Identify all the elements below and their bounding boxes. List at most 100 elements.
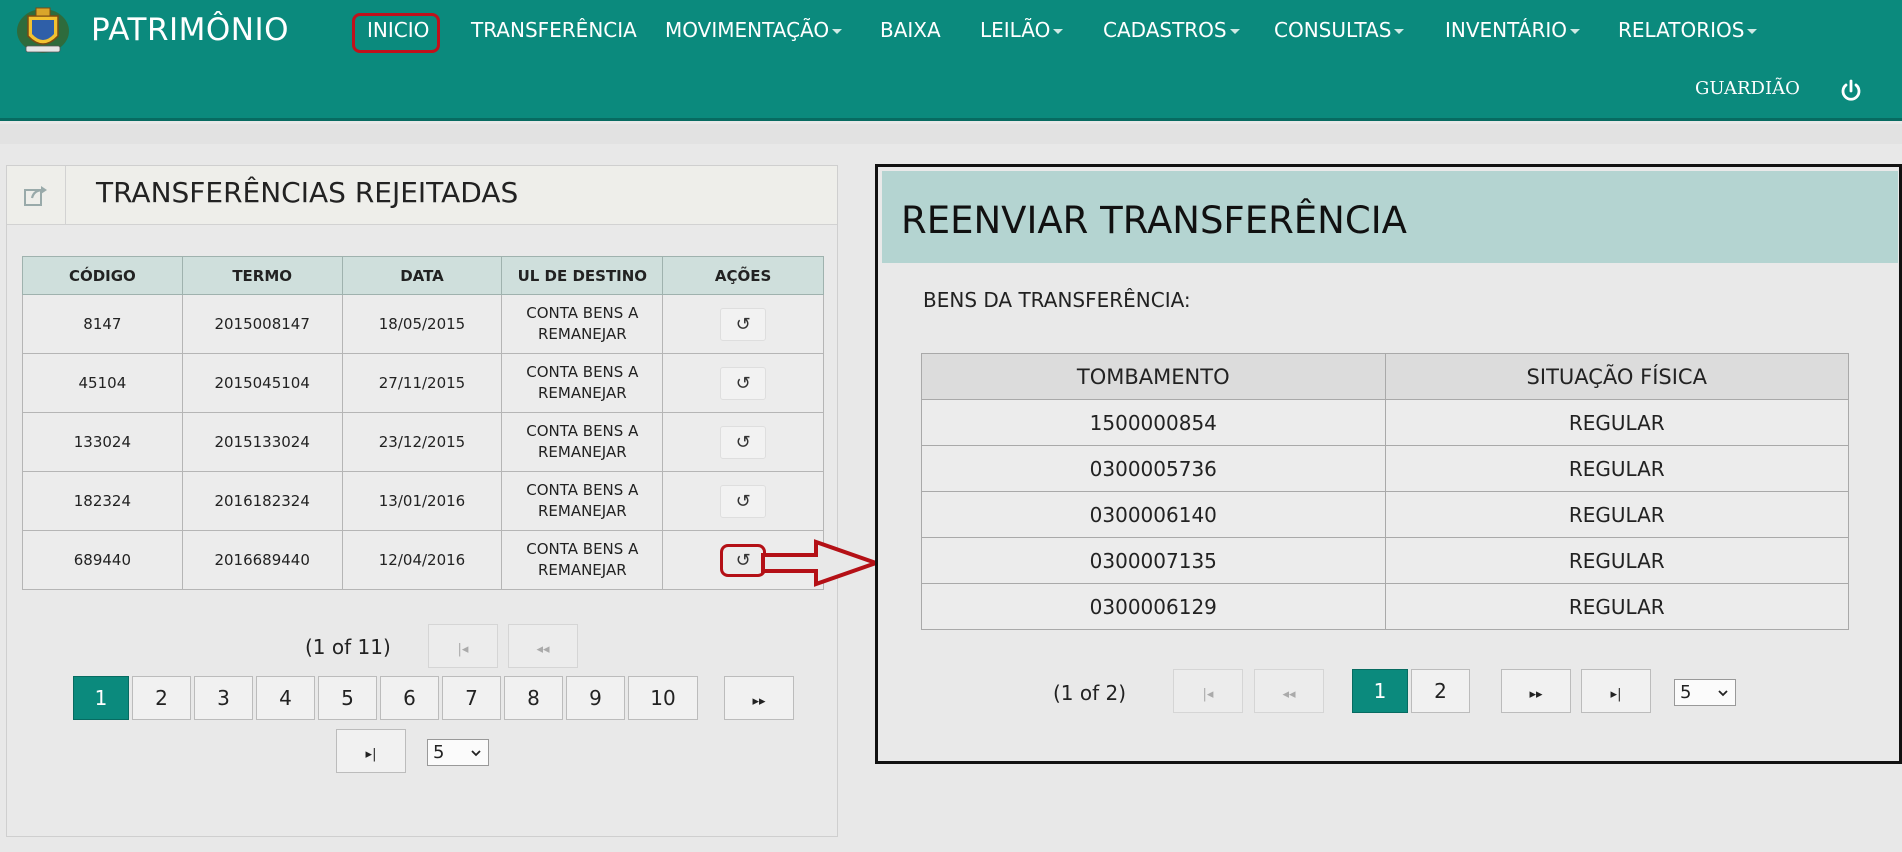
resend-button[interactable]: ↺ — [720, 425, 767, 459]
sub-bar — [0, 124, 1902, 144]
cell-data: 13/01/2016 — [341, 471, 503, 531]
nav-relatorios[interactable]: RELATORIOS — [1618, 18, 1758, 42]
page-button-2[interactable]: 2 — [1411, 669, 1470, 713]
cell-codigo: 45104 — [22, 353, 183, 413]
pagination-summary: (1 of 11) — [305, 635, 391, 659]
dialog-title: REENVIAR TRANSFERÊNCIA — [901, 199, 1407, 242]
next-page-button[interactable]: ▸▸ — [1501, 669, 1571, 713]
chevron-down-icon — [1718, 690, 1728, 697]
column-header[interactable]: SITUAÇÃO FÍSICA — [1384, 353, 1850, 400]
page-button-8[interactable]: 8 — [504, 676, 563, 720]
cell-situacao: REGULAR — [1384, 399, 1850, 446]
cell-acoes: ↺ — [662, 471, 824, 531]
table-row: 0300005736 REGULAR — [921, 445, 1850, 492]
ul-line-2: REMANEJAR — [537, 443, 627, 461]
cell-tombamento: 0300006140 — [921, 491, 1386, 538]
page-button-9[interactable]: 9 — [566, 676, 625, 720]
nav-consultas[interactable]: CONSULTAS — [1274, 18, 1405, 42]
first-page-button[interactable]: |◂ — [1173, 669, 1243, 713]
cell-tombamento: 1500000854 — [921, 399, 1386, 446]
prev-page-button[interactable]: ◂◂ — [508, 624, 578, 668]
cell-data: 27/11/2015 — [341, 353, 503, 413]
nav-inventario[interactable]: INVENTÁRIO — [1445, 18, 1581, 42]
cell-codigo: 182324 — [22, 471, 183, 531]
refresh-icon: ↺ — [735, 313, 751, 335]
page-button-10[interactable]: 10 — [628, 676, 698, 720]
ul-line-1: CONTA BENS A — [526, 363, 639, 381]
user-name[interactable]: GUARDIÃO — [1695, 78, 1800, 99]
caret-down-icon — [1229, 29, 1240, 34]
resend-button-highlighted[interactable]: ↺ — [720, 543, 767, 577]
chevron-down-icon — [471, 750, 481, 757]
table-row: 0300006129 REGULAR — [921, 583, 1850, 630]
last-page-button[interactable]: ▸| — [336, 729, 406, 773]
cell-situacao: REGULAR — [1384, 583, 1850, 630]
cell-ul-destino: CONTA BENS A REMANEJAR — [501, 412, 664, 472]
share-icon — [24, 186, 47, 206]
ul-line-2: REMANEJAR — [537, 384, 627, 402]
column-header: AÇÕES — [662, 256, 824, 295]
column-header[interactable]: TOMBAMENTO — [921, 353, 1386, 400]
caret-down-icon — [1394, 29, 1405, 34]
rejected-transfers-panel: TRANSFERÊNCIAS REJEITADAS CÓDIGO TERMO D… — [6, 165, 838, 837]
panel-header: TRANSFERÊNCIAS REJEITADAS — [7, 166, 837, 225]
table-row: 689440 2016689440 12/04/2016 CONTA BENS … — [22, 530, 824, 590]
next-page-icon: ▸▸ — [1529, 687, 1543, 702]
next-page-button[interactable]: ▸▸ — [724, 676, 794, 720]
nav-consultas-label: CONSULTAS — [1274, 18, 1392, 42]
first-page-icon: |◂ — [457, 642, 469, 657]
first-page-button[interactable]: |◂ — [428, 624, 498, 668]
ul-line-2: REMANEJAR — [537, 561, 627, 579]
cell-termo: 2016689440 — [181, 530, 343, 590]
caret-down-icon — [1747, 29, 1758, 34]
cell-acoes: ↺ — [662, 294, 824, 354]
last-page-button[interactable]: ▸| — [1581, 669, 1651, 713]
resend-button[interactable]: ↺ — [720, 307, 767, 341]
column-header[interactable]: UL DE DESTINO — [501, 256, 664, 295]
cell-termo: 2015008147 — [181, 294, 343, 354]
column-header[interactable]: DATA — [341, 256, 503, 295]
resend-button[interactable]: ↺ — [720, 366, 767, 400]
page-button-7[interactable]: 7 — [442, 676, 501, 720]
page-button-3[interactable]: 3 — [194, 676, 253, 720]
cell-tombamento: 0300007135 — [921, 537, 1386, 584]
prev-page-icon: ◂◂ — [1282, 687, 1296, 702]
cell-tombamento: 0300006129 — [921, 583, 1386, 630]
cell-ul-destino: CONTA BENS A REMANEJAR — [501, 530, 664, 590]
nav-baixa[interactable]: BAIXA — [880, 18, 941, 42]
cell-codigo: 8147 — [22, 294, 183, 354]
page-button-1[interactable]: 1 — [73, 676, 129, 720]
table-row: 1500000854 REGULAR — [921, 399, 1850, 446]
dialog-subtitle: BENS DA TRANSFERÊNCIA: — [923, 288, 1191, 312]
resend-transfer-dialog: REENVIAR TRANSFERÊNCIA BENS DA TRANSFERÊ… — [875, 164, 1902, 764]
cell-acoes: ↺ — [662, 412, 824, 472]
prev-page-button[interactable]: ◂◂ — [1254, 669, 1324, 713]
page-button-5[interactable]: 5 — [318, 676, 377, 720]
dialog-header: REENVIAR TRANSFERÊNCIA — [882, 171, 1898, 263]
page-button-1[interactable]: 1 — [1352, 669, 1408, 713]
column-header[interactable]: CÓDIGO — [22, 256, 183, 295]
prev-page-icon: ◂◂ — [536, 642, 550, 657]
page-button-2[interactable]: 2 — [132, 676, 191, 720]
rows-per-page-select[interactable]: 5 — [1674, 679, 1736, 706]
ul-line-1: CONTA BENS A — [526, 540, 639, 558]
nav-baixa-label: BAIXA — [880, 18, 941, 42]
page-button-6[interactable]: 6 — [380, 676, 439, 720]
column-header[interactable]: TERMO — [181, 256, 343, 295]
cell-codigo: 133024 — [22, 412, 183, 472]
nav-leilao[interactable]: LEILÃO — [980, 18, 1064, 42]
nav-transferencia[interactable]: TRANSFERÊNCIA — [471, 18, 637, 42]
power-icon[interactable] — [1839, 79, 1863, 103]
page-button-4[interactable]: 4 — [256, 676, 315, 720]
nav-movimentacao[interactable]: MOVIMENTAÇÃO — [665, 18, 843, 42]
table-row: 8147 2015008147 18/05/2015 CONTA BENS A R… — [22, 294, 824, 354]
rows-per-page-select[interactable]: 5 — [427, 739, 489, 766]
nav-inicio-highlight — [352, 13, 440, 53]
ul-line-1: CONTA BENS A — [526, 481, 639, 499]
nav-cadastros[interactable]: CADASTROS — [1103, 18, 1240, 42]
cell-situacao: REGULAR — [1384, 537, 1850, 584]
pointer-arrow — [761, 539, 881, 587]
caret-down-icon — [1570, 29, 1581, 34]
resend-button[interactable]: ↺ — [720, 484, 767, 518]
nav-leilao-label: LEILÃO — [980, 18, 1051, 42]
